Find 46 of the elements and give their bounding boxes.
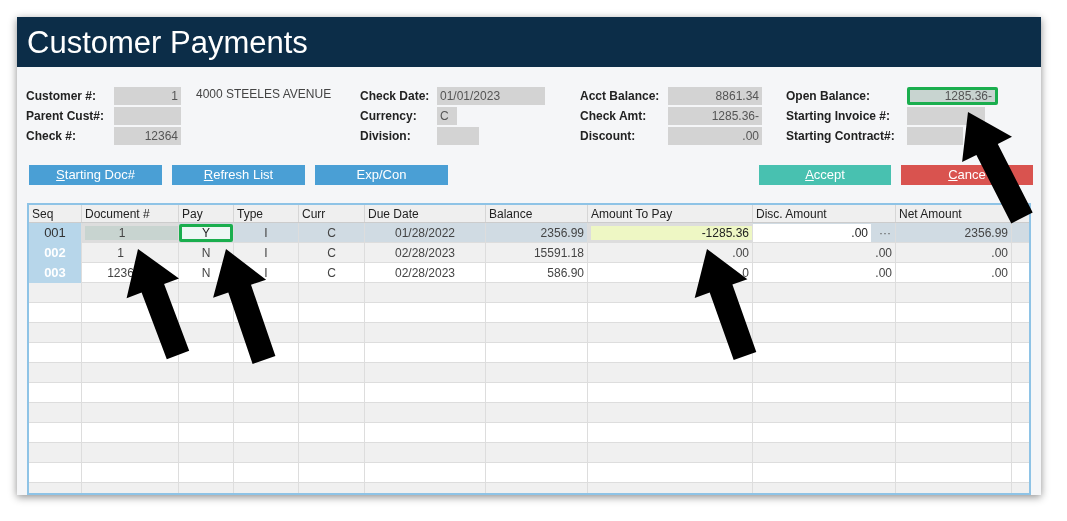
- column-header[interactable]: Net Amount: [899, 205, 962, 222]
- sequence-cell: 001: [29, 223, 82, 243]
- input-field[interactable]: 12364: [114, 127, 181, 145]
- field-label: Customer #:: [26, 88, 97, 105]
- column-header[interactable]: Disc. Amount: [756, 205, 827, 222]
- input-field[interactable]: 8861.34: [668, 87, 762, 105]
- field-label: Discount:: [580, 128, 637, 145]
- input-field[interactable]: .00: [668, 127, 762, 145]
- table-row[interactable]: 001 1 Y I C 01/28/2022 2356.99 -1285.36 .00 ··· 2356.99: [29, 223, 1029, 243]
- amount-input[interactable]: -1285.36: [588, 223, 753, 243]
- field-label: Starting Invoice #:: [786, 108, 892, 125]
- field-label: Open Balance:: [786, 88, 872, 105]
- cell-input[interactable]: Y: [179, 223, 233, 242]
- sequence-cell: 003: [29, 263, 82, 283]
- field-label: Division:: [360, 128, 412, 145]
- input-field[interactable]: C: [437, 107, 457, 125]
- table-row[interactable]: 002 1 N I C 02/28/2023 15591.18 .00 .00 .00: [29, 243, 1029, 263]
- input-field[interactable]: [907, 127, 963, 145]
- input-field[interactable]: 01/01/2023: [437, 87, 545, 105]
- field-label: Starting Contract#:: [786, 128, 896, 145]
- column-header[interactable]: Balance: [489, 205, 533, 222]
- field-label: Currency:: [360, 108, 418, 125]
- column-header[interactable]: Seq: [32, 205, 54, 222]
- input-field[interactable]: 1285.36-: [668, 107, 762, 125]
- cell-input[interactable]: .00: [753, 223, 871, 242]
- input-field[interactable]: 1285.36-: [907, 87, 998, 105]
- column-header[interactable]: Pay: [182, 205, 203, 222]
- window-title: Customer Payments: [27, 26, 308, 58]
- input-field[interactable]: [437, 127, 479, 145]
- field-label: Acct Balance:: [580, 88, 661, 105]
- more-button[interactable]: ···: [879, 226, 891, 239]
- input-field[interactable]: [907, 107, 985, 125]
- column-header[interactable]: Due Date: [368, 205, 419, 222]
- column-header[interactable]: Document #: [85, 205, 150, 222]
- column-header[interactable]: Curr: [302, 205, 326, 222]
- column-header[interactable]: Type: [237, 205, 263, 222]
- input-field[interactable]: 1: [114, 87, 181, 105]
- sequence-cell: 002: [29, 243, 82, 263]
- field-label: Check #:: [26, 128, 78, 145]
- field-label: Check Amt:: [580, 108, 648, 125]
- table-cell: 1: [82, 223, 179, 243]
- input-field[interactable]: [114, 107, 181, 125]
- field-label: Parent Cust#:: [26, 108, 106, 125]
- field-label: Check Date:: [360, 88, 431, 105]
- address-text: 4000 STEELES AVENUE: [196, 86, 332, 103]
- column-header[interactable]: Amount To Pay: [591, 205, 673, 222]
